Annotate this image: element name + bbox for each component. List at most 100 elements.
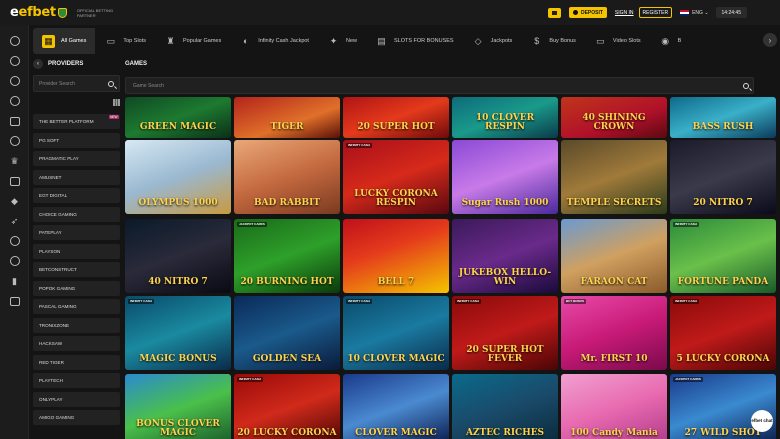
game-tile[interactable]: INFINITY CASH LUCKY CORONA RESPIN [343,140,449,214]
category-jackpots[interactable]: ◇ Jackpots [463,28,522,54]
provider-label: PLAYTECH [39,378,63,383]
game-tile[interactable]: BONUS CLOVER MAGIC [125,374,231,439]
game-tile[interactable]: AZTEC RICHES [452,374,558,439]
game-tile[interactable]: 100 Candy Mania [561,374,667,439]
category-popular-games[interactable]: ♜ Popular Games [155,28,230,54]
category-top-slots[interactable]: ▭ Top Slots [95,28,155,54]
search-icon[interactable] [738,77,753,94]
provider-label: THE BETTER PLATFORM [39,119,94,124]
signin-link[interactable]: SIGN IN [615,10,634,16]
game-tile[interactable]: 20 SUPER HOT [343,97,449,138]
chip-icon: ◉ [661,35,670,46]
category-label: Popular Games [183,38,222,44]
provider-item[interactable]: HACKSAW [33,336,120,351]
provider-item[interactable]: PG SOFT [33,132,120,148]
dice-icon[interactable]: ◆ [0,191,29,211]
crown-icon[interactable] [0,231,29,251]
provider-item[interactable]: POPOK GAMING [33,280,120,296]
game-tile[interactable]: GOLDEN SEA [234,296,340,370]
provider-item[interactable]: PASCAL GAMING [33,299,120,314]
game-title: CLOVER MAGIC [355,428,437,438]
target-icon[interactable] [0,131,29,151]
provider-item[interactable]: PATEPLAY [33,225,120,240]
game-tile[interactable]: BASS RUSH [670,97,776,138]
provider-item[interactable]: ONLYPLAY [33,391,120,407]
efbet-logo[interactable]: eefbet [10,0,67,25]
category-slots-for-bonuses[interactable]: ▤ SLOTS FOR BONUSES [366,28,463,54]
game-tile[interactable]: JUKEBOX HELLO-WIN [452,219,558,293]
category-buy-bonus[interactable]: $ Buy Bonus [521,28,585,54]
game-tile[interactable]: BAD RABBIT [234,140,340,214]
provider-item[interactable]: EGT DIGITAL [33,188,120,203]
gift-button[interactable] [547,7,561,18]
language-selector[interactable]: ENG ⌄ [680,9,709,16]
game-title: GOLDEN SEA [252,354,322,364]
game-tile[interactable]: INFINITY CASH 10 CLOVER MAGIC [343,296,449,370]
category-video-slots[interactable]: ▭ Video Slots [585,28,650,54]
game-tile[interactable]: INFINITY CASH MAGIC BONUS [125,296,231,370]
grid-view-icon[interactable] [113,99,120,106]
game-tile[interactable]: BUY BONUS Mr. FIRST 10 [561,296,667,370]
cards-icon[interactable] [0,111,29,131]
game-tile[interactable]: 20 NITRO 7 [670,140,776,214]
back-button[interactable]: ‹ [33,59,43,69]
provider-item[interactable]: PRAGMATIC PLAY [33,151,120,166]
star-icon[interactable] [0,71,29,91]
provider-label: EGT DIGITAL [39,193,68,198]
game-tile[interactable]: CLOVER MAGIC [343,374,449,439]
wallet-icon [572,10,578,15]
providers-panel: ‹ PROVIDERS Provider Search THE BETTER PL… [33,57,120,439]
provider-item[interactable]: AMUSNET [33,169,120,185]
game-title: 20 SUPER HOT [357,122,435,132]
provider-item[interactable]: CHOICE GAMING [33,206,120,222]
game-tile[interactable]: INFINITY CASH 5 LUCKY CORONA [670,296,776,370]
game-tile[interactable]: 40 SHINING CROWN [561,97,667,138]
rocket-icon[interactable]: ➶ [0,211,29,231]
chat-label: efbet chat [751,417,773,423]
grid-icon: ▦ [42,34,55,48]
game-tile[interactable]: OLYMPUS 1000 [125,140,231,214]
category-infinity-cash-jackpot[interactable]: ◐ Infinity Cash Jackpot [230,28,318,54]
provider-search-input[interactable]: Provider Search [33,75,120,92]
chevron-right-icon[interactable]: › [763,33,777,47]
provider-label: TRONIXZONE [39,322,70,328]
provider-item[interactable]: THE BETTER PLATFORM NEW [33,114,120,129]
ball-icon[interactable] [0,91,29,111]
game-tile[interactable]: INFINITY CASH 20 SUPER HOT FEVER [452,296,558,370]
game-tile[interactable]: GREEN MAGIC [125,97,231,138]
category-b[interactable]: ◉ B [650,28,691,54]
game-tile[interactable]: 10 CLOVER RESPIN [452,97,558,138]
game-search-input[interactable]: Game Search [125,77,754,94]
game-search-placeholder: Game Search [133,82,164,89]
deposit-button[interactable]: DEPOSIT [568,7,607,18]
gift-icon[interactable] [0,291,29,311]
game-tile[interactable]: INFINITY CASH FORTUNE PANDA [670,219,776,293]
game-tile[interactable]: TIGER [234,97,340,138]
game-tile[interactable]: JACKPOT CARDS 20 BURNING HOT [234,219,340,293]
chat-button[interactable]: efbet chat [751,410,773,432]
game-tile[interactable]: Sugar Rush 1000 [452,140,558,214]
game-tile[interactable]: INFINITY CASH 20 LUCKY CORONA [234,374,340,439]
provider-item[interactable]: PLAYTECH [33,373,120,388]
game-tile[interactable]: FARAON CAT [561,219,667,293]
game-tile[interactable]: TEMPLE SECRETS [561,140,667,214]
chip-icon[interactable] [0,251,29,271]
trophy-icon[interactable]: ♛ [0,151,29,171]
game-badge: INFINITY CASH [128,299,154,304]
home-icon[interactable] [0,31,29,51]
screen-icon[interactable] [0,171,29,191]
provider-item[interactable]: AMIGO GAMING [33,410,120,425]
category-new[interactable]: ✦ New [318,28,366,54]
provider-item[interactable]: TRONIXZONE [33,317,120,333]
chart-icon[interactable]: ▮ [0,271,29,291]
game-title: GREEN MAGIC [139,122,217,132]
provider-item[interactable]: RED TIGER [33,354,120,370]
register-button[interactable]: REGISTER [638,7,673,18]
game-tile[interactable]: 40 NITRO 7 [125,219,231,293]
clock-icon[interactable] [0,51,29,71]
provider-item[interactable]: PLAYSON [33,243,120,259]
language-label: ENG [692,9,703,16]
provider-item[interactable]: BETCONSTRUCT [33,262,120,277]
game-tile[interactable]: BELL 7 [343,219,449,293]
category-all-games[interactable]: ▦ All Games [33,28,96,54]
